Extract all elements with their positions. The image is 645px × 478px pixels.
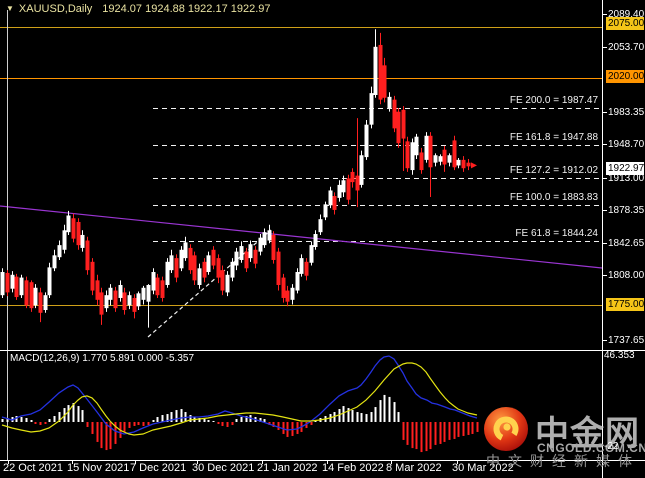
price-axis-label: 1808.00 <box>608 270 645 281</box>
price-axis-label: 1842.65 <box>608 238 645 249</box>
price-tag[interactable]: 2020.00 <box>606 70 644 83</box>
fib-level-label: FE 100.0 = 1883.83 <box>509 191 598 203</box>
date-axis-label: 22 Oct 2021 <box>3 462 63 474</box>
mt4-chart-window: ▼ XAUUSD,Daily 1924.07 1924.88 1922.17 192… <box>0 0 645 478</box>
cngold-logo-icon <box>482 405 530 453</box>
price-axis-label: 1983.35 <box>608 107 645 118</box>
date-axis-label: 30 Dec 2021 <box>192 462 255 474</box>
macd-line <box>1 355 478 435</box>
fib-level-label: FE 61.8 = 1844.24 <box>515 228 598 240</box>
price-axis-label: 1878.35 <box>608 205 645 216</box>
macd-panel <box>1 355 479 453</box>
watermark-tagline: 中文财经新媒体 <box>486 453 640 469</box>
macd-scale-label: -22 <box>604 441 619 452</box>
date-axis-label: 15 Nov 2021 <box>67 462 130 474</box>
price-tag[interactable]: 2075.00 <box>606 17 644 30</box>
macd-signal-line <box>1 362 478 436</box>
chart-title: ▼ XAUUSD,Daily 1924.07 1924.88 1922.17 192… <box>6 3 271 15</box>
current-price-arrow <box>471 162 477 169</box>
macd-indicator-label: MACD(12,26,9) 1.770 5.891 0.000 -5.357 <box>10 353 195 364</box>
symbol-dropdown-icon[interactable]: ▼ <box>6 4 14 13</box>
price-axis-label: 1948.70 <box>608 139 645 150</box>
date-axis-label: 14 Feb 2022 <box>322 462 384 474</box>
ohlc-readout: 1924.07 1924.88 1922.17 1922.97 <box>102 3 271 15</box>
price-axis-label: 1913.00 <box>608 173 645 184</box>
date-axis-label: 21 Jan 2022 <box>257 462 318 474</box>
price-axis-label: 1737.65 <box>608 335 645 346</box>
date-axis-label: 8 Mar 2022 <box>386 462 442 474</box>
date-axis-label: 7 Dec 2021 <box>130 462 187 474</box>
macd-scale-label: 46.353 <box>604 350 635 361</box>
fib-level-label: FE 127.2 = 1912.02 <box>509 165 598 177</box>
fib-level-label: FE 161.8 = 1947.88 <box>509 132 598 144</box>
symbol-timeframe-label: XAUUSD,Daily <box>18 3 93 15</box>
price-tag[interactable]: 1775.00 <box>606 298 644 311</box>
price-axis-label: 2053.70 <box>608 42 645 53</box>
fib-level-label: FE 200.0 = 1987.47 <box>509 95 598 107</box>
